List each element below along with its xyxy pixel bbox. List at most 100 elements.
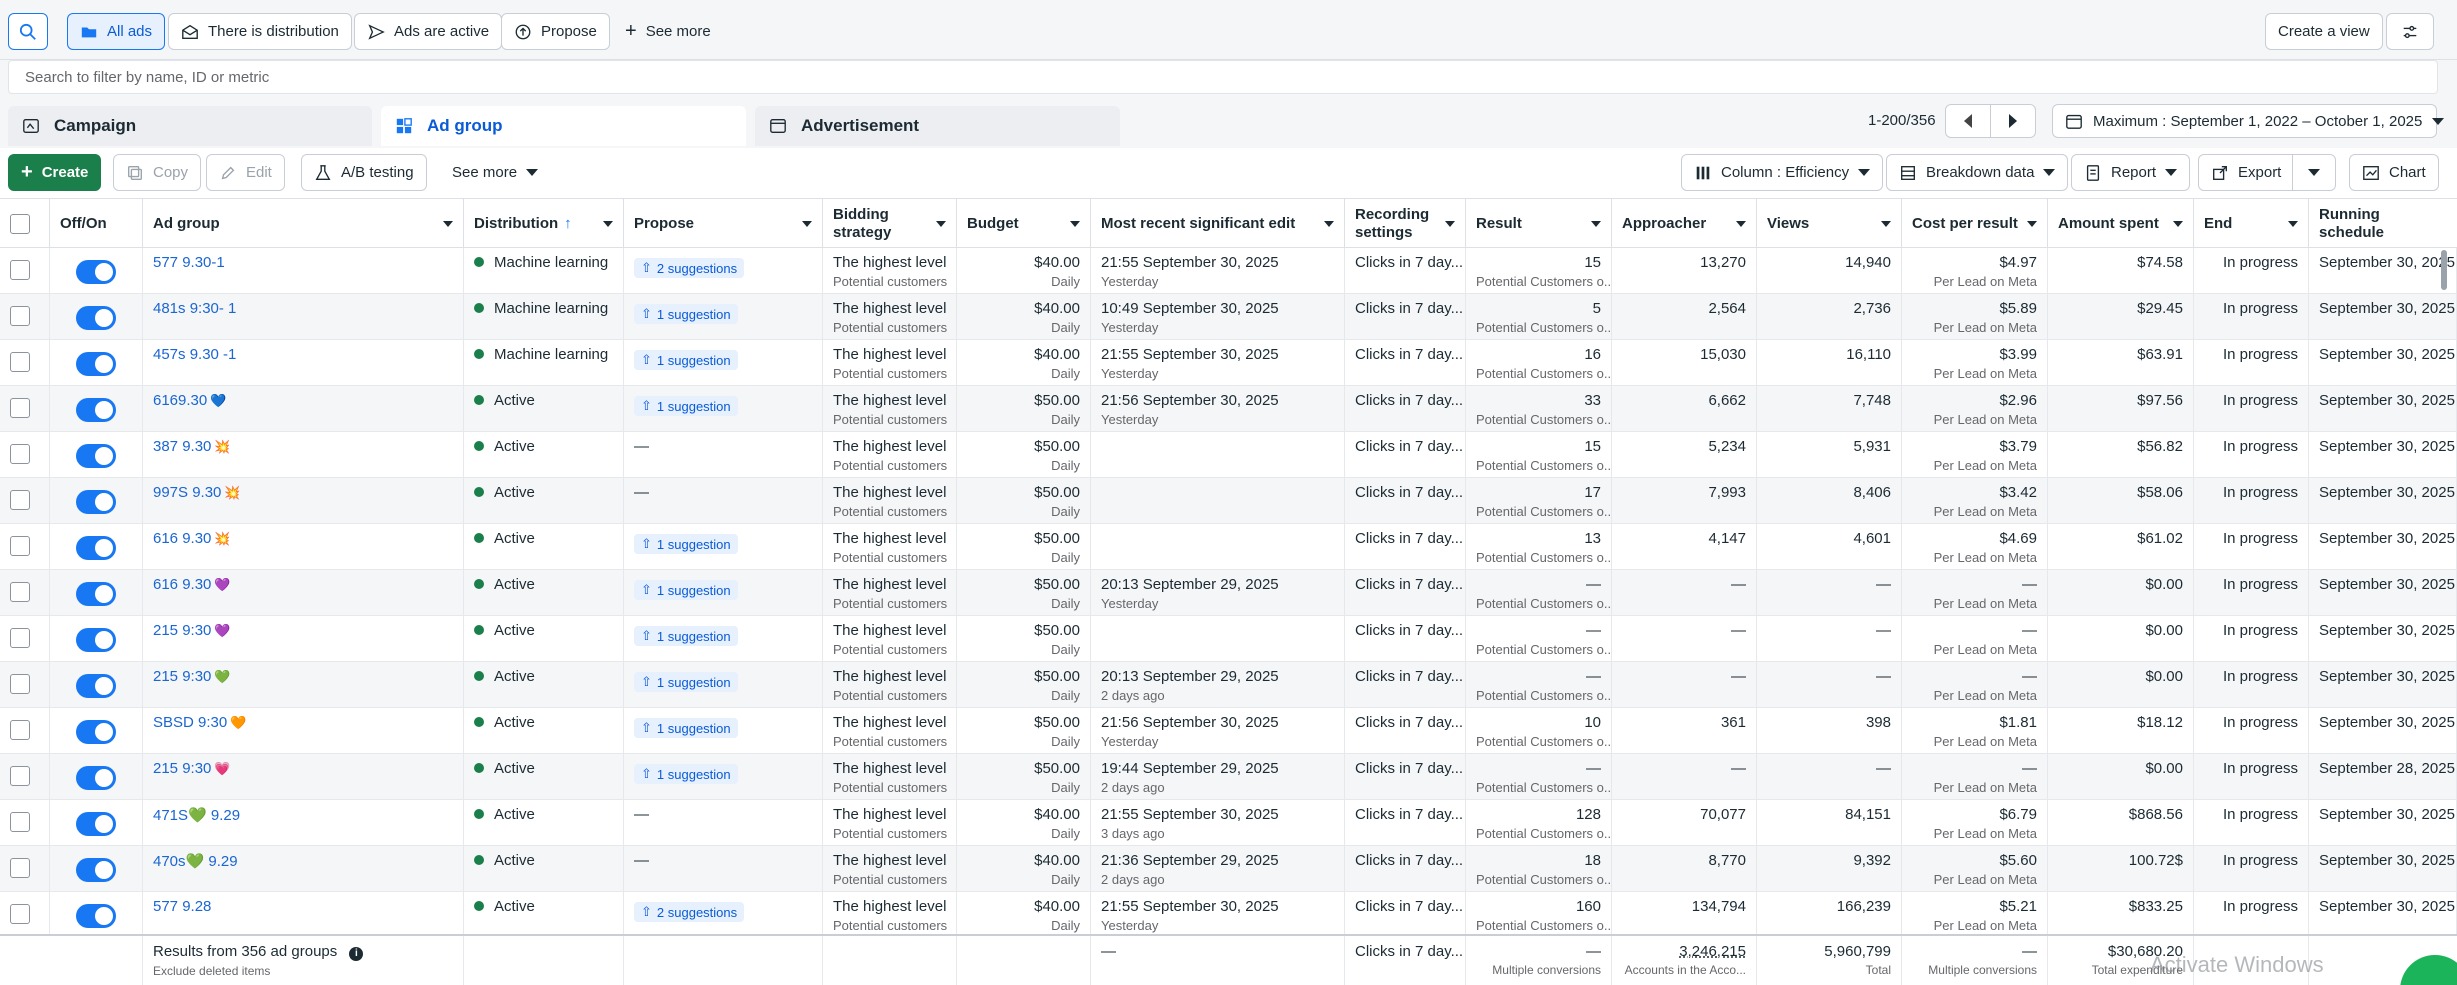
suggestion-badge[interactable]: ⇧ 1 suggestion (634, 626, 738, 646)
row-checkbox[interactable] (10, 536, 30, 556)
row-checkbox[interactable] (10, 904, 30, 924)
create-view-button[interactable]: Create a view (2265, 13, 2383, 50)
pager-prev-button[interactable] (1945, 104, 1991, 138)
row-checkbox[interactable] (10, 720, 30, 740)
ad-group-name-link[interactable]: 471S💚 9.29 (153, 807, 240, 824)
table-row[interactable]: 616 9.30 💜 Active ⇧ 1 suggestion The highest … (0, 570, 2457, 616)
ad-group-name-link[interactable]: 616 9.30 (153, 576, 211, 593)
chart-button[interactable]: Chart (2349, 154, 2439, 191)
col-propose[interactable]: Propose (624, 199, 823, 249)
col-bidding[interactable]: Bidding strategy (823, 199, 957, 249)
vertical-scrollbar[interactable] (2441, 250, 2447, 290)
suggestion-badge[interactable]: ⇧ 1 suggestion (634, 534, 738, 554)
ad-group-name-link[interactable]: 577 9.28 (153, 898, 211, 915)
ad-group-name-link[interactable]: 215 9:30 (153, 668, 211, 685)
report-button[interactable]: Report (2071, 154, 2191, 191)
on-off-toggle[interactable] (76, 490, 116, 514)
select-all-checkbox[interactable] (10, 214, 30, 234)
col-spent[interactable]: Amount spent (2048, 199, 2194, 249)
ad-group-name-link[interactable]: 6169.30 (153, 392, 207, 409)
ad-group-name-link[interactable]: 215 9:30 (153, 622, 211, 639)
suggestion-badge[interactable]: ⇧ 1 suggestion (634, 718, 738, 738)
suggestion-badge[interactable]: ⇧ 1 suggestion (634, 396, 738, 416)
filter-distribution[interactable]: There is distribution (168, 13, 352, 50)
col-recording[interactable]: Recording settings (1345, 199, 1466, 249)
table-row[interactable]: 481s 9:30- 1 Machine learning ⇧ 1 suggestio… (0, 294, 2457, 340)
col-edit[interactable]: Most recent significant edit (1091, 199, 1345, 249)
on-off-toggle[interactable] (76, 628, 116, 652)
table-row[interactable]: 577 9.28 Active ⇧ 2 suggestions The highest … (0, 892, 2457, 934)
export-dropdown-button[interactable] (2292, 154, 2336, 191)
col-distribution[interactable]: Distribution ↑ (464, 199, 624, 249)
table-row[interactable]: 457s 9.30 -1 Machine learning ⇧ 1 suggestio… (0, 340, 2457, 386)
breakdown-button[interactable]: Breakdown data (1886, 154, 2069, 191)
suggestion-badge[interactable]: ⇧ 1 suggestion (634, 580, 738, 600)
col-end[interactable]: End (2194, 199, 2309, 249)
table-row[interactable]: 215 9:30 💗 Active ⇧ 1 suggestion The highest … (0, 754, 2457, 800)
date-range-picker[interactable]: Maximum : September 1, 2022 – October 1,… (2052, 104, 2445, 138)
suggestion-badge[interactable]: ⇧ 2 suggestions (634, 258, 745, 278)
row-checkbox[interactable] (10, 352, 30, 372)
ad-group-name-link[interactable]: 616 9.30 (153, 530, 211, 547)
column-selector[interactable]: Column : Efficiency (1681, 154, 1884, 191)
suggestion-badge[interactable]: ⇧ 1 suggestion (634, 350, 738, 370)
on-off-toggle[interactable] (76, 582, 116, 606)
col-schedule[interactable]: Running schedule (2309, 199, 2457, 249)
row-checkbox[interactable] (10, 858, 30, 878)
view-settings-button[interactable] (2386, 13, 2434, 50)
table-row[interactable]: 6169.30 💙 Active ⇧ 1 suggestion The highest l… (0, 386, 2457, 432)
table-row[interactable]: 997S 9.30 💥 Active — The highest level Potent… (0, 478, 2457, 524)
tab-advertisement[interactable]: Advertisement (755, 106, 1120, 146)
row-checkbox[interactable] (10, 766, 30, 786)
pager-next-button[interactable] (1990, 104, 2036, 138)
create-button[interactable]: + Create (8, 154, 102, 191)
on-off-toggle[interactable] (76, 444, 116, 468)
on-off-toggle[interactable] (76, 720, 116, 744)
ad-group-name-link[interactable]: SBSD 9:30 (153, 714, 227, 731)
toolbar-see-more-button[interactable]: See more (439, 154, 552, 191)
table-row[interactable]: 215 9:30 💚 Active ⇧ 1 suggestion The highest … (0, 662, 2457, 708)
ab-testing-button[interactable]: A/B testing (301, 154, 427, 191)
on-off-toggle[interactable] (76, 674, 116, 698)
info-icon[interactable]: i (349, 947, 364, 961)
row-checkbox[interactable] (10, 812, 30, 832)
on-off-toggle[interactable] (76, 306, 116, 330)
suggestion-badge[interactable]: ⇧ 1 suggestion (634, 304, 738, 324)
table-row[interactable]: 470s💚 9.29 Active — The highest level Potent… (0, 846, 2457, 892)
suggestion-badge[interactable]: ⇧ 1 suggestion (634, 764, 738, 784)
filter-all-ads[interactable]: All ads (67, 13, 166, 50)
search-toggle-button[interactable] (8, 13, 48, 50)
row-checkbox[interactable] (10, 306, 30, 326)
row-checkbox[interactable] (10, 444, 30, 464)
row-checkbox[interactable] (10, 582, 30, 602)
col-views[interactable]: Views (1757, 199, 1902, 249)
table-row[interactable]: 577 9.30-1 Machine learning ⇧ 2 suggestions… (0, 248, 2457, 294)
on-off-toggle[interactable] (76, 260, 116, 284)
col-adgroup[interactable]: Ad group (143, 199, 464, 249)
row-checkbox[interactable] (10, 398, 30, 418)
ad-group-name-link[interactable]: 481s 9:30- 1 (153, 300, 236, 317)
row-checkbox[interactable] (10, 490, 30, 510)
table-row[interactable]: 387 9.30 💥 Active — The highest level Potenti… (0, 432, 2457, 478)
search-input[interactable]: Search to filter by name, ID or metric (8, 60, 2438, 94)
col-approacher[interactable]: Approacher (1612, 199, 1757, 249)
on-off-toggle[interactable] (76, 398, 116, 422)
on-off-toggle[interactable] (76, 858, 116, 882)
col-budget[interactable]: Budget (957, 199, 1091, 249)
filter-active[interactable]: Ads are active (354, 13, 503, 50)
table-row[interactable]: 616 9.30 💥 Active ⇧ 1 suggestion The highest … (0, 524, 2457, 570)
col-cpr[interactable]: Cost per result (1902, 199, 2048, 249)
on-off-toggle[interactable] (76, 766, 116, 790)
ad-group-name-link[interactable]: 457s 9.30 -1 (153, 346, 236, 363)
row-checkbox[interactable] (10, 260, 30, 280)
filter-see-more-button[interactable]: + See more (612, 13, 724, 50)
filter-propose[interactable]: Propose (501, 13, 610, 50)
ad-group-name-link[interactable]: 387 9.30 (153, 438, 211, 455)
edit-button[interactable]: Edit (206, 154, 285, 191)
ad-group-name-link[interactable]: 577 9.30-1 (153, 254, 225, 271)
on-off-toggle[interactable] (76, 904, 116, 928)
row-checkbox[interactable] (10, 674, 30, 694)
on-off-toggle[interactable] (76, 812, 116, 836)
tab-ad-group[interactable]: Ad group (381, 106, 746, 146)
on-off-toggle[interactable] (76, 536, 116, 560)
